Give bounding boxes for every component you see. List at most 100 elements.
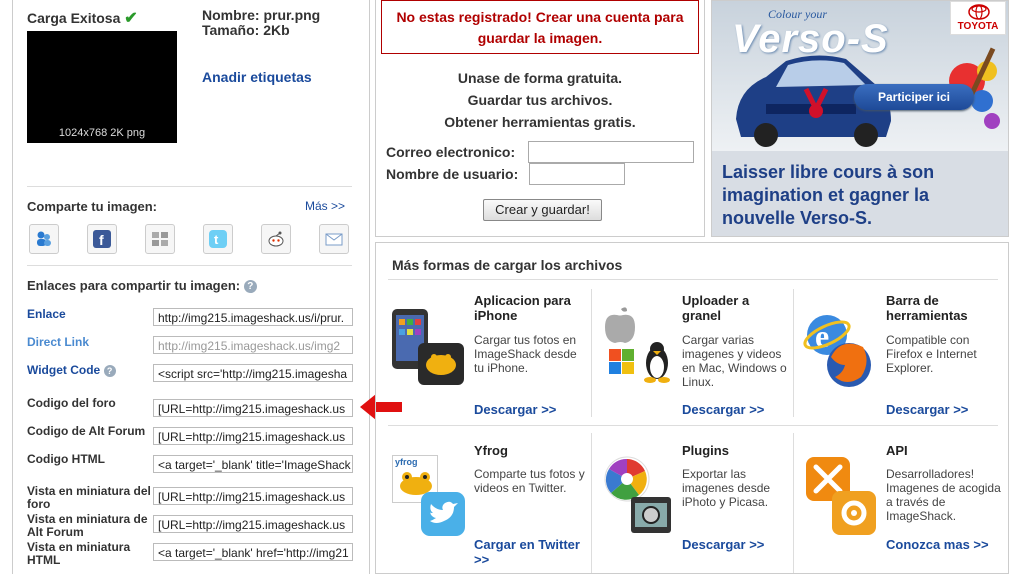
myspace-icon xyxy=(152,232,168,246)
item-title-toolbar: Barra de herramientas xyxy=(886,293,968,323)
toyota-logo: TOYOTA xyxy=(950,1,1006,35)
divider xyxy=(591,433,592,573)
item-link-yfrog[interactable]: Cargar en Twitter >> xyxy=(474,537,584,567)
more-ways-heading: Más formas de cargar los archivos xyxy=(392,257,623,273)
toyota-brand: TOYOTA xyxy=(957,21,999,32)
divider xyxy=(388,425,998,426)
svg-text:t: t xyxy=(214,232,219,247)
plugins-icon xyxy=(604,456,671,533)
link-field-thumb-forum[interactable]: [URL=http://img215.imageshack.us xyxy=(153,487,353,505)
facebook-icon: f xyxy=(93,230,111,248)
register-panel: No estas registrado! Crear una cuenta pa… xyxy=(375,0,705,237)
benefit-item: Guardar tus archivos. xyxy=(467,92,613,108)
image-thumbnail[interactable]: 1024x768 2K png xyxy=(27,31,177,143)
link-field-thumb-html[interactable]: <a target='_blank' href='http://img21 xyxy=(153,543,353,561)
link-label-html: Codigo HTML xyxy=(27,452,105,466)
divider xyxy=(27,265,352,266)
links-heading: Enlaces para compartir tu imagen: ? xyxy=(27,278,257,294)
link-field-alt-forum[interactable]: [URL=http://img215.imageshack.us xyxy=(153,427,353,445)
divider xyxy=(591,289,592,417)
item-title-plugins: Plugins xyxy=(682,443,729,458)
iphone-app-icon xyxy=(392,309,464,385)
benefit-item: Obtener herramientas gratis. xyxy=(444,114,636,130)
add-tags-link[interactable]: Anadir etiquetas xyxy=(202,69,312,85)
item-title-iphone: Aplicacion para iPhone xyxy=(474,293,571,323)
more-ways-panel: Más formas de cargar los archivos Aplica… xyxy=(375,242,1009,574)
file-size: Tamaño: 2Kb xyxy=(202,22,290,38)
link-label-thumb-html: Vista en miniatura HTML xyxy=(27,540,131,567)
link-field-thumb-alt-forum[interactable]: [URL=http://img215.imageshack.us xyxy=(153,515,353,533)
share-myspace-button[interactable] xyxy=(145,224,175,254)
link-field-direct[interactable]: http://img215.imageshack.us/img2 xyxy=(153,336,353,354)
check-icon: ✔ xyxy=(124,10,138,27)
item-link-api[interactable]: Conozca mas >> xyxy=(886,537,989,552)
username-field[interactable] xyxy=(529,163,625,185)
item-title-bulk: Uploader a granel xyxy=(682,293,750,323)
link-field-widget[interactable]: <script src='http://img215.imagesha xyxy=(153,364,353,382)
email-field[interactable] xyxy=(528,141,694,163)
register-warning[interactable]: No estas registrado! Crear una cuenta pa… xyxy=(386,7,694,49)
link-field-enlace[interactable]: http://img215.imageshack.us/i/prur. xyxy=(153,308,353,326)
share-email-button[interactable] xyxy=(319,224,349,254)
help-icon[interactable]: ? xyxy=(103,364,116,377)
benefit-item: Unase de forma gratuita. xyxy=(457,70,623,86)
help-icon[interactable]: ? xyxy=(243,280,257,294)
create-save-button[interactable]: Crear y guardar! xyxy=(483,199,602,221)
item-title-api: API xyxy=(886,443,908,458)
link-field-forum[interactable]: [URL=http://img215.imageshack.us xyxy=(153,399,353,417)
item-link-plugins[interactable]: Descargar >> xyxy=(682,537,764,552)
link-label-widget: Widget Code ? xyxy=(27,363,116,377)
share-facebook-button[interactable]: f xyxy=(87,224,117,254)
divider xyxy=(27,186,352,187)
os-logos-icon xyxy=(605,307,670,383)
link-field-html[interactable]: <a target='_blank' title='ImageShack xyxy=(153,455,353,473)
item-desc-bulk: Cargar varias imagenes y videos en Mac, … xyxy=(682,333,787,389)
share-twitter-button[interactable]: t xyxy=(203,224,233,254)
share-heading: Comparte tu imagen: xyxy=(27,199,158,214)
item-desc-iphone: Cargar tus fotos en ImageShack desde tu … xyxy=(474,333,577,375)
link-label-thumb-forum: Vista en miniatura del foro xyxy=(27,484,151,511)
yfrog-icon: yfrog xyxy=(390,455,468,537)
item-desc-plugins: Exportar las imagenes desde iPhoto y Pic… xyxy=(682,467,771,509)
api-tools-icon xyxy=(806,457,876,535)
share-reddit-button[interactable] xyxy=(261,224,291,254)
divider xyxy=(388,279,998,280)
svg-text:f: f xyxy=(99,232,104,248)
file-name: Nombre: prur.png xyxy=(202,7,321,23)
register-warning-box: No estas registrado! Crear una cuenta pa… xyxy=(381,0,699,54)
divider xyxy=(793,289,794,417)
ad-text: Laisser libre cours à son imagination et… xyxy=(722,162,935,228)
link-label-forum: Codigo del foro xyxy=(27,396,116,410)
item-link-toolbar[interactable]: Descargar >> xyxy=(886,402,968,417)
thumbnail-caption: 1024x768 2K png xyxy=(58,127,146,139)
email-label: Correo electronico: xyxy=(386,144,516,160)
item-link-bulk[interactable]: Descargar >> xyxy=(682,402,764,417)
item-desc-api: Desarrolladores! Imagenes de acogida a t… xyxy=(886,467,1001,523)
email-icon xyxy=(325,233,343,246)
twitter-bird-icon xyxy=(421,492,465,536)
divider xyxy=(793,433,794,573)
twitter-icon: t xyxy=(209,230,227,248)
item-link-iphone[interactable]: Descargar >> xyxy=(474,402,556,417)
yfrog-logo-text: yfrog xyxy=(395,457,418,467)
messenger-icon xyxy=(37,231,51,246)
share-messenger-button[interactable] xyxy=(29,224,59,254)
toyota-emblem-icon xyxy=(968,4,990,20)
link-label-thumb-alt-forum: Vista en miniatura de Alt Forum xyxy=(27,512,148,539)
share-more-link[interactable]: Más >> xyxy=(305,199,345,213)
participate-button[interactable]: Participer ici xyxy=(854,84,974,110)
item-title-yfrog: Yfrog xyxy=(474,443,508,458)
item-desc-yfrog: Comparte tus fotos y videos en Twitter. xyxy=(474,467,585,495)
browser-logos-icon: e xyxy=(803,315,871,387)
item-desc-toolbar: Compatible con Firefox e Internet Explor… xyxy=(886,333,977,375)
link-label-direct: Direct Link xyxy=(27,335,90,349)
file-info: Nombre: prur.png Tamaño: 2Kb xyxy=(202,8,320,38)
benefits-list: Unase de forma gratuita. Guardar tus arc… xyxy=(376,67,704,133)
upload-status: Carga Exitosa ✔ xyxy=(27,10,138,27)
toyota-ad[interactable]: Colour your Verso-S TOYOTA Participer ic… xyxy=(711,0,1009,237)
reddit-icon xyxy=(268,231,284,247)
username-label: Nombre de usuario: xyxy=(386,166,519,182)
link-label-alt-forum: Codigo de Alt Forum xyxy=(27,424,146,438)
left-panel: Carga Exitosa ✔ 1024x768 2K png Nombre: … xyxy=(12,0,370,574)
link-label-enlace: Enlace xyxy=(27,307,66,321)
